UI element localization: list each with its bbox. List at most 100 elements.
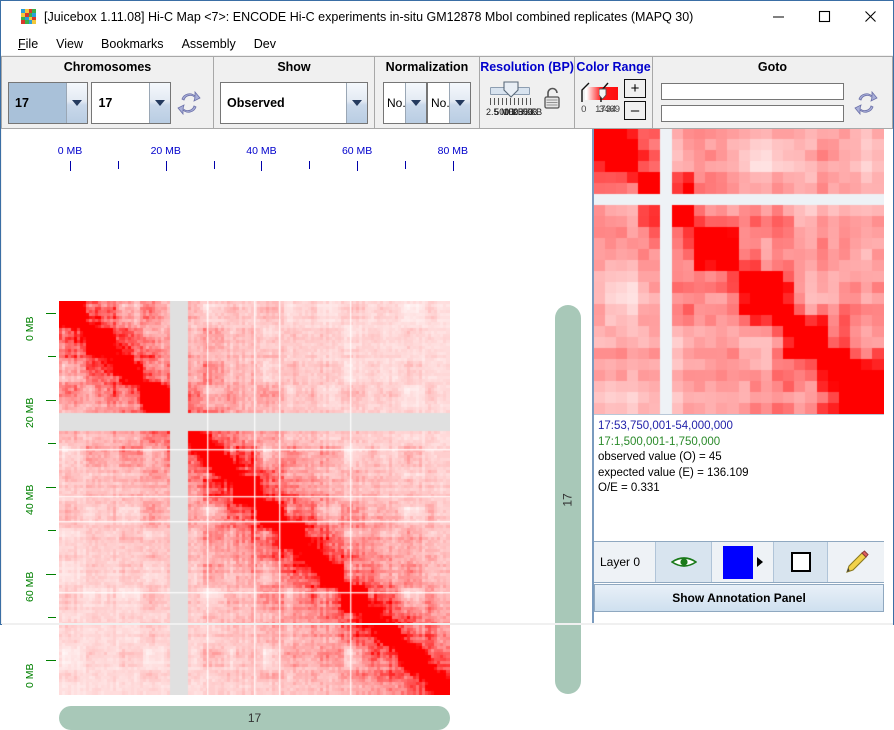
x-axis-minor-tick bbox=[70, 161, 72, 169]
normalization-row-select[interactable]: No... bbox=[383, 81, 427, 124]
chromosome-ideogram-horizontal-label: 17 bbox=[247, 711, 262, 725]
show-value: Observed bbox=[227, 95, 285, 110]
y-axis-minor-tick bbox=[48, 573, 56, 575]
normalization-col-value: No... bbox=[431, 95, 449, 110]
y-axis-minor-tick bbox=[48, 660, 56, 662]
resolution-slider[interactable]: 2.5 MB 500 KB 100 KB 25 KB 5 KB bbox=[486, 79, 542, 119]
coordinate-info-box: 17:53,750,001-54,000,000 17:1,500,001-1,… bbox=[594, 414, 884, 539]
color-range-mid-handle[interactable] bbox=[598, 82, 611, 104]
layer-color-picker[interactable] bbox=[712, 542, 774, 582]
y-axis-minor-tick bbox=[48, 530, 56, 532]
minimize-button[interactable] bbox=[755, 1, 801, 32]
title-bar: [Juicebox 1.11.08] Hi-C Map <7>: ENCODE … bbox=[1, 1, 893, 32]
visibility-eye-icon bbox=[670, 557, 697, 567]
chromosome-y-select[interactable]: 17 bbox=[91, 81, 171, 124]
chromosome-ideogram-horizontal[interactable]: 17 bbox=[59, 706, 450, 730]
info-oe-ratio: O/E = 0.331 bbox=[598, 482, 660, 494]
color-range-max-label: 3469 bbox=[598, 103, 620, 115]
x-axis-label: 20 MB bbox=[150, 145, 181, 157]
layer-color-swatch[interactable] bbox=[722, 545, 753, 579]
close-button[interactable] bbox=[847, 1, 893, 32]
y-axis-label: 0 MB bbox=[24, 663, 36, 689]
juicebox-logo-icon bbox=[21, 9, 36, 24]
info-observed-value: observed value (O) = 45 bbox=[598, 451, 722, 463]
y-axis-label: 60 MB bbox=[24, 571, 36, 602]
x-axis-minor-tick bbox=[357, 161, 359, 169]
chevron-right-icon[interactable] bbox=[756, 557, 763, 567]
juicebox-window: [Juicebox 1.11.08] Hi-C Map <7>: ENCODE … bbox=[0, 0, 894, 730]
contact-map-pane: 0 MB 20 MB 40 MB 60 MB 80 MB 0 MB 20 MB 40 MB 6… bbox=[2, 129, 594, 730]
zoom-preview-heatmap[interactable] bbox=[594, 129, 884, 414]
x-axis-minor-tick bbox=[405, 161, 406, 169]
chromosome-x-value: 17 bbox=[9, 82, 66, 123]
color-range-decrease-button[interactable]: – bbox=[624, 101, 646, 120]
y-axis-minor-tick bbox=[48, 356, 56, 358]
window-controls bbox=[755, 1, 893, 32]
maximize-button[interactable] bbox=[801, 1, 847, 32]
square-outline-icon[interactable] bbox=[790, 552, 811, 572]
pencil-edit-icon bbox=[846, 550, 869, 573]
color-range-bar[interactable] bbox=[581, 82, 618, 102]
normalization-col-select[interactable]: No... bbox=[427, 81, 471, 124]
resolution-slider-thumb[interactable] bbox=[502, 81, 520, 99]
menu-assembly[interactable]: Assembly bbox=[173, 35, 245, 53]
show-annotation-panel-button[interactable]: Show Annotation Panel bbox=[594, 584, 884, 612]
refresh-swap-icon[interactable] bbox=[853, 90, 879, 116]
goto-field-2[interactable] bbox=[661, 105, 844, 122]
layer-edit-button[interactable] bbox=[828, 542, 884, 582]
y-axis-ruler: 0 MB 20 MB 40 MB 60 MB 0 MB bbox=[24, 301, 56, 696]
info-position-y: 17:1,500,001-1,750,000 bbox=[598, 435, 721, 448]
refresh-swap-icon[interactable] bbox=[176, 90, 202, 116]
y-axis-label: 40 MB bbox=[24, 484, 36, 515]
normalization-title: Normalization bbox=[385, 60, 469, 74]
resolution-title: Resolution (BP) bbox=[480, 60, 574, 74]
x-axis-label: 60 MB bbox=[341, 145, 373, 157]
menu-bar: File View Bookmarks Assembly Dev bbox=[1, 32, 893, 55]
x-axis-minor-tick bbox=[452, 161, 454, 169]
show-group: Show Observed bbox=[213, 56, 375, 129]
x-axis-minor-tick bbox=[117, 161, 119, 169]
info-expected-value: expected value (E) = 136.109 bbox=[598, 466, 749, 479]
unlocked-padlock-icon[interactable] bbox=[542, 86, 564, 112]
chromosome-x-select[interactable]: 17 bbox=[8, 81, 88, 124]
x-axis-label: 0 MB bbox=[57, 145, 83, 157]
y-axis-minor-tick bbox=[48, 312, 56, 314]
color-range-increase-button[interactable]: + bbox=[624, 79, 646, 98]
menu-view[interactable]: View bbox=[47, 35, 92, 53]
layer-shape-button[interactable] bbox=[774, 542, 828, 582]
info-position-x: 17:53,750,001-54,000,000 bbox=[598, 420, 733, 432]
goto-title: Goto bbox=[757, 60, 788, 74]
chromosomes-title: Chromosomes bbox=[63, 60, 152, 74]
y-axis-label: 20 MB bbox=[24, 397, 36, 428]
x-axis-minor-tick bbox=[165, 161, 167, 169]
side-panel: 17:53,750,001-54,000,000 17:1,500,001-1,… bbox=[594, 129, 893, 623]
chromosome-ideogram-vertical[interactable]: 17 bbox=[555, 305, 581, 694]
y-axis-label: 0 MB bbox=[24, 316, 36, 341]
layer-name-label: Layer 0 bbox=[594, 542, 656, 582]
show-select[interactable]: Observed bbox=[220, 81, 368, 124]
resolution-slider-track[interactable] bbox=[490, 81, 531, 98]
x-axis-label: 40 MB bbox=[246, 145, 277, 157]
goto-field-1[interactable] bbox=[661, 83, 844, 100]
contact-map-heatmap[interactable] bbox=[59, 301, 450, 695]
color-range-group: Color Range 0 1734 3469 + – bbox=[574, 56, 653, 129]
color-range-min-handle[interactable] bbox=[580, 82, 592, 104]
goto-group: Goto bbox=[652, 56, 893, 129]
layer-visibility-toggle[interactable] bbox=[656, 542, 712, 582]
chromosomes-group: Chromosomes 17 17 bbox=[1, 56, 214, 129]
chevron-down-icon bbox=[65, 82, 87, 123]
menu-file[interactable]: File bbox=[9, 35, 47, 53]
show-title: Show bbox=[277, 60, 311, 74]
menu-bookmarks[interactable]: Bookmarks bbox=[92, 35, 173, 53]
annotation-layer-bar: Layer 0 bbox=[594, 541, 884, 583]
chromosome-y-value: 17 bbox=[98, 95, 113, 110]
menu-dev[interactable]: Dev bbox=[245, 35, 285, 53]
color-range-title: Color Range bbox=[576, 60, 651, 74]
color-range-labels: 0 1734 3469 bbox=[581, 104, 620, 117]
y-axis-minor-tick bbox=[48, 617, 56, 618]
chevron-down-icon bbox=[346, 82, 367, 123]
y-axis-minor-tick bbox=[48, 399, 56, 401]
chromosome-ideogram-vertical-label: 17 bbox=[560, 492, 575, 507]
x-axis-minor-tick bbox=[309, 161, 311, 169]
resolution-group: Resolution (BP) 2.5 MB 500 KB 100 KB 25 KB bbox=[479, 56, 576, 129]
